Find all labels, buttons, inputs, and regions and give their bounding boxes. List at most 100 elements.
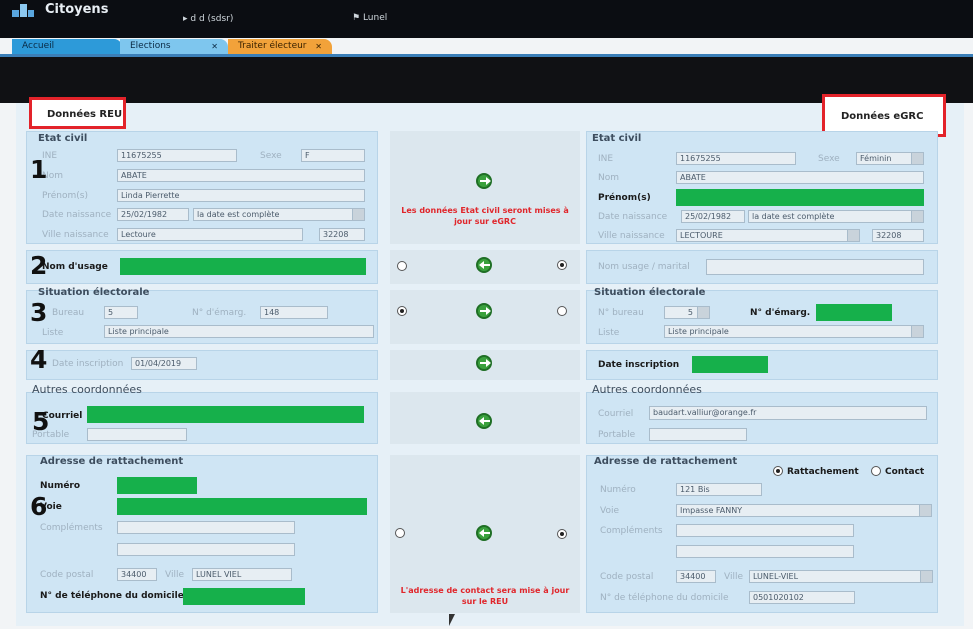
context-user[interactable]: ▸ d d (sdsr) bbox=[183, 14, 233, 24]
reu-header-highlight: Données REU bbox=[29, 97, 126, 129]
reu-ville-label: Ville bbox=[165, 570, 184, 580]
reu-adresse-title: Adresse de rattachement bbox=[40, 456, 184, 467]
egrc-date-naissance-label: Date naissance bbox=[598, 212, 668, 222]
reu-bureau-label: Bureau bbox=[52, 308, 85, 318]
reu-numero-label: Numéro bbox=[40, 481, 81, 491]
adresse-sync-message: L'adresse de contact sera mise à jour su… bbox=[400, 586, 570, 606]
arrow-left-icon[interactable] bbox=[476, 525, 492, 541]
reu-liste-label: Liste bbox=[42, 328, 64, 338]
context-commune-label: Lunel bbox=[362, 13, 388, 23]
egrc-bureau-select[interactable]: 5 bbox=[664, 306, 710, 319]
reu-date-complete-select[interactable]: la date est complète bbox=[193, 208, 365, 221]
reu-ville-code-field[interactable]: 32208 bbox=[319, 228, 365, 241]
step-number-4: 4 bbox=[30, 345, 48, 374]
reu-portable-field[interactable] bbox=[87, 428, 187, 441]
egrc-complement1-field[interactable] bbox=[676, 524, 854, 537]
egrc-ine-field[interactable]: 11675255 bbox=[676, 152, 796, 165]
reu-numero-redacted bbox=[117, 477, 197, 494]
egrc-ville-code-field[interactable]: 32208 bbox=[872, 229, 924, 242]
egrc-code-postal-field[interactable]: 34400 bbox=[676, 570, 716, 583]
context-commune[interactable]: ⚑ Lunel bbox=[352, 13, 387, 23]
egrc-liste-select[interactable]: Liste principale bbox=[664, 325, 924, 338]
tab-elections[interactable]: Elections ✕ bbox=[120, 39, 228, 54]
egrc-ville-naissance-label: Ville naissance bbox=[598, 231, 665, 241]
egrc-nom-field[interactable]: ABATE bbox=[676, 171, 924, 184]
reu-emarg-label: N° d'émarg. bbox=[192, 308, 247, 318]
egrc-inscription-redacted bbox=[692, 356, 768, 373]
egrc-etat-civil-title: Etat civil bbox=[592, 133, 642, 144]
reu-code-postal-field[interactable]: 34400 bbox=[117, 568, 157, 581]
egrc-nom-usage-label: Nom usage / marital bbox=[598, 262, 690, 272]
egrc-situation-title: Situation électorale bbox=[594, 287, 706, 298]
tab-label: Traiter électeur bbox=[238, 41, 307, 51]
step-number-5: 5 bbox=[32, 407, 50, 436]
reu-complement2-field[interactable] bbox=[117, 543, 295, 556]
egrc-code-postal-label: Code postal bbox=[600, 572, 654, 582]
arrow-right-icon[interactable] bbox=[476, 173, 492, 189]
egrc-nom-usage-field[interactable] bbox=[706, 259, 924, 275]
egrc-voie-select[interactable]: Impasse FANNY bbox=[676, 504, 932, 517]
arrow-left-icon[interactable] bbox=[476, 413, 492, 429]
egrc-ine-label: INE bbox=[598, 154, 614, 164]
radio-rattachement[interactable] bbox=[773, 466, 783, 476]
radio-contact[interactable] bbox=[871, 466, 881, 476]
arrow-right-icon[interactable] bbox=[476, 303, 492, 319]
reu-ville-field[interactable]: LUNEL VIEL bbox=[192, 568, 292, 581]
egrc-emarg-redacted bbox=[816, 304, 892, 321]
reu-sexe-field[interactable]: F bbox=[301, 149, 365, 162]
close-icon[interactable]: ✕ bbox=[315, 39, 322, 54]
reu-autres-title: Autres coordonnées bbox=[32, 383, 142, 396]
app-title: Citoyens bbox=[45, 2, 109, 17]
situation-radio-egrc[interactable] bbox=[557, 306, 567, 316]
egrc-adresse-title: Adresse de rattachement bbox=[594, 456, 738, 467]
tab-traiter-electeur[interactable]: Traiter électeur ✕ bbox=[228, 39, 332, 54]
nom-usage-radio-reu[interactable] bbox=[397, 261, 407, 271]
reu-complement1-field[interactable] bbox=[117, 521, 295, 534]
nom-usage-radio-egrc[interactable] bbox=[557, 260, 567, 270]
etat-civil-sync-message: Les données Etat civil seront mises à jo… bbox=[401, 206, 569, 226]
egrc-bureau-label: N° bureau bbox=[598, 308, 644, 318]
egrc-autres-title: Autres coordonnées bbox=[592, 383, 702, 396]
reu-emarg-field[interactable]: 148 bbox=[260, 306, 328, 319]
egrc-complement2-field[interactable] bbox=[676, 545, 854, 558]
egrc-portable-field[interactable] bbox=[649, 428, 747, 441]
reu-bureau-field[interactable]: 5 bbox=[104, 306, 138, 319]
reu-date-naissance-field[interactable]: 25/02/1982 bbox=[117, 208, 189, 221]
location-icon: ⚑ bbox=[352, 13, 363, 23]
egrc-ville-select[interactable]: LUNEL-VIEL bbox=[749, 570, 933, 583]
top-bar: Citoyens ▸ d d (sdsr) ⚑ Lunel bbox=[0, 0, 973, 38]
egrc-ville-naissance-select[interactable]: LECTOURE bbox=[676, 229, 860, 242]
arrow-right-icon[interactable] bbox=[476, 355, 492, 371]
egrc-voie-label: Voie bbox=[600, 506, 620, 516]
egrc-sexe-label: Sexe bbox=[818, 154, 840, 164]
adresse-radio-reu[interactable] bbox=[395, 528, 405, 538]
reu-situation-title: Situation électorale bbox=[38, 287, 150, 298]
reu-inscription-field[interactable]: 01/04/2019 bbox=[131, 357, 197, 370]
close-icon[interactable]: ✕ bbox=[211, 39, 218, 54]
arrow-left-icon[interactable] bbox=[476, 257, 492, 273]
egrc-date-complete-select[interactable]: la date est complète bbox=[748, 210, 924, 223]
reu-etat-civil-title: Etat civil bbox=[38, 133, 88, 144]
situation-radio-reu[interactable] bbox=[397, 306, 407, 316]
adresse-radio-egrc[interactable] bbox=[557, 529, 567, 539]
egrc-sexe-select[interactable]: Féminin bbox=[856, 152, 924, 165]
reu-date-naissance-label: Date naissance bbox=[42, 210, 112, 220]
egrc-courriel-field[interactable]: baudart.valliur@orange.fr bbox=[649, 406, 927, 420]
egrc-numero-field[interactable]: 121 Bis bbox=[676, 483, 762, 496]
reu-prenoms-label: Prénom(s) bbox=[42, 191, 88, 201]
tab-accueil[interactable]: Accueil bbox=[12, 39, 122, 54]
reu-sexe-label: Sexe bbox=[260, 151, 282, 161]
reu-liste-field[interactable]: Liste principale bbox=[104, 325, 374, 338]
egrc-courriel-label: Courriel bbox=[598, 409, 634, 419]
step-number-2: 2 bbox=[30, 251, 48, 280]
egrc-date-naissance-field[interactable]: 25/02/1982 bbox=[681, 210, 745, 223]
reu-code-postal-label: Code postal bbox=[40, 570, 94, 580]
reu-prenoms-field[interactable]: Linda Pierrette bbox=[117, 189, 365, 202]
reu-ville-naissance-field[interactable]: Lectoure bbox=[117, 228, 303, 241]
egrc-liste-label: Liste bbox=[598, 328, 620, 338]
reu-telephone-redacted bbox=[183, 588, 305, 605]
egrc-etat-civil-panel bbox=[586, 131, 938, 244]
reu-nom-field[interactable]: ABATE bbox=[117, 169, 365, 182]
reu-ine-field[interactable]: 11675255 bbox=[117, 149, 237, 162]
egrc-telephone-field[interactable]: 0501020102 bbox=[749, 591, 855, 604]
